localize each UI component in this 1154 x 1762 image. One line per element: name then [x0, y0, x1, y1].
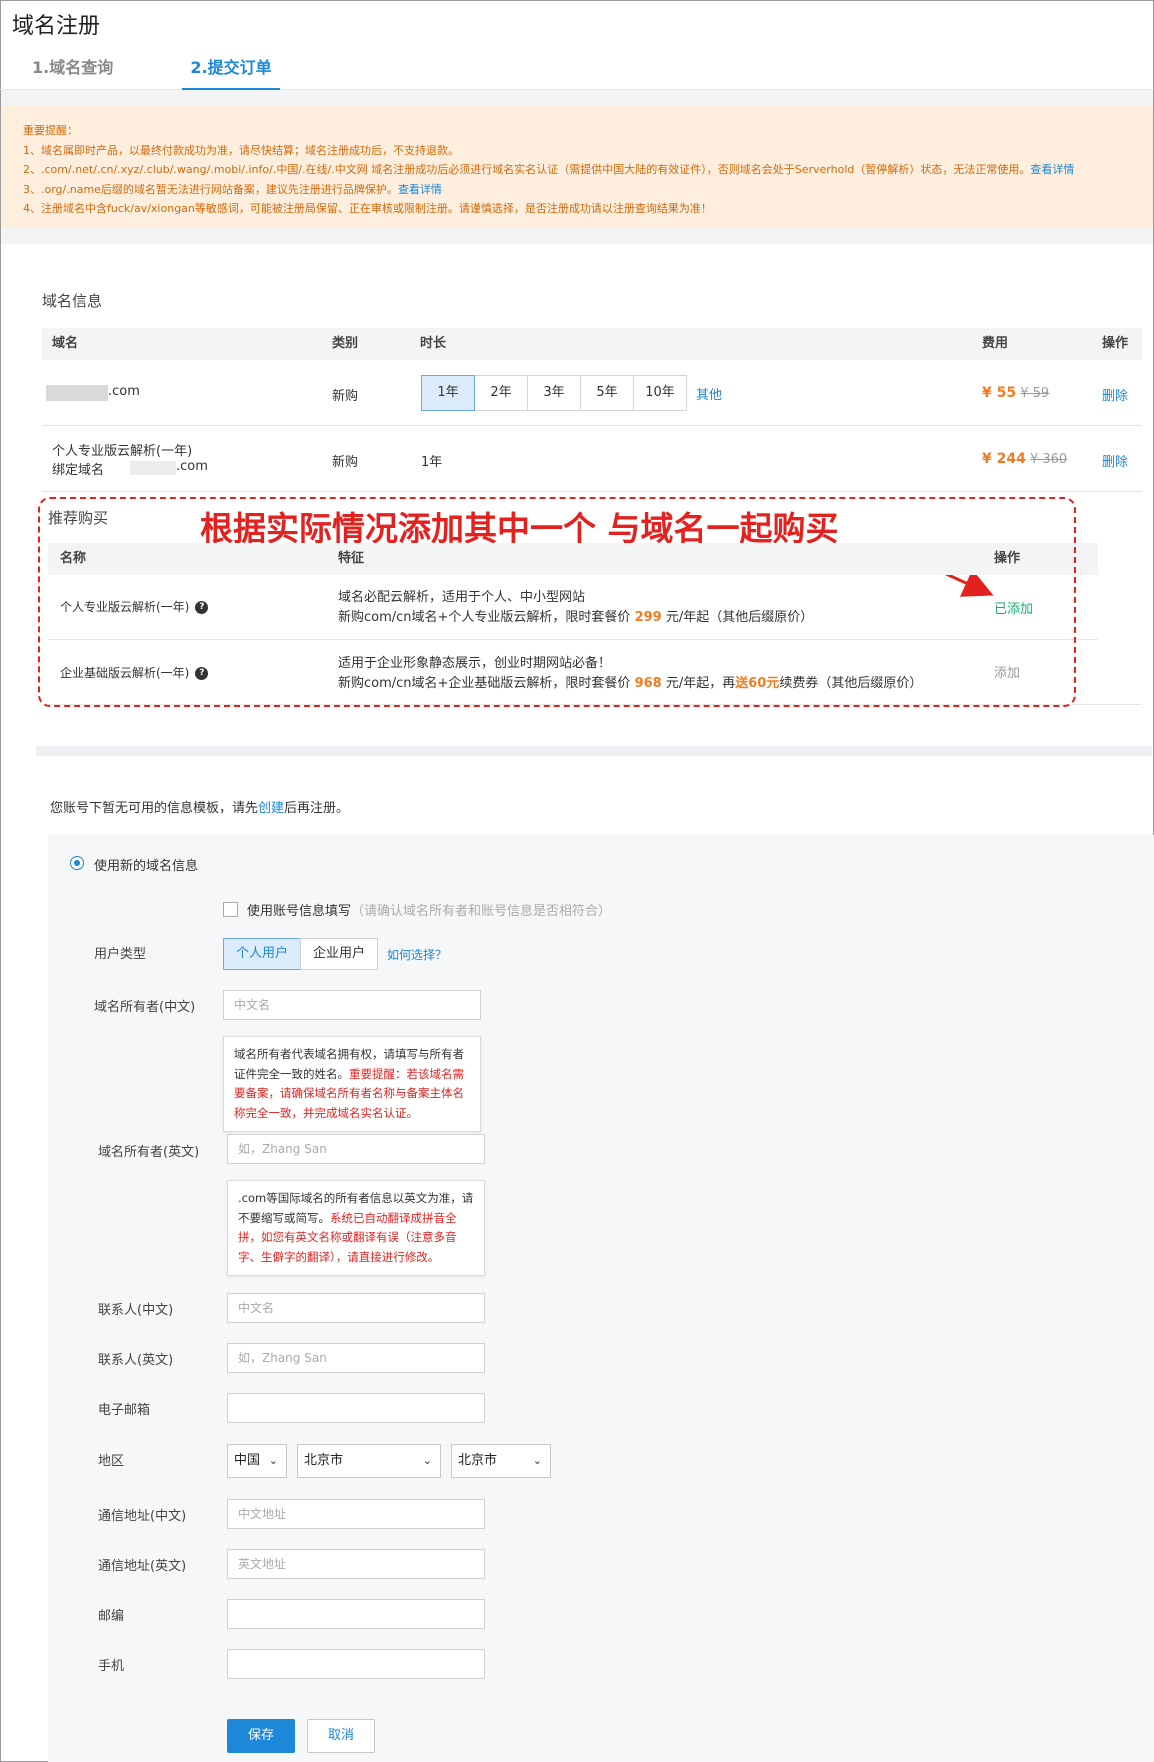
row2-old-price: ¥ 360 [1029, 452, 1068, 467]
phone-label: 手机 [98, 1659, 125, 1674]
email-label: 电子邮箱 [98, 1403, 151, 1418]
use-account-label: 使用账号信息填写 [247, 904, 352, 919]
domain-info-title: 域名信息 [42, 292, 103, 310]
user-type-enterprise[interactable]: 企业用户 [300, 938, 378, 970]
create-template-link[interactable]: 创建 [258, 801, 284, 816]
region-city-select[interactable]: 北京市 ⌄ [451, 1444, 551, 1478]
row1-price: ¥ 55 [982, 385, 1017, 401]
addr-en-input[interactable]: 英文地址 [227, 1549, 485, 1579]
row2-type: 新购 [332, 455, 359, 470]
annotation-dashed-box [38, 497, 1076, 707]
region-label: 地区 [98, 1454, 125, 1469]
domain-table-header: 域名 类别 时长 费用 操作 [42, 328, 1142, 360]
new-info-radio[interactable] [70, 856, 84, 870]
save-button[interactable]: 保存 [227, 1719, 295, 1753]
contact-en-input[interactable]: 如，Zhang San [227, 1343, 485, 1373]
addr-cn-label: 通信地址(中文) [98, 1509, 187, 1524]
addr-cn-input[interactable]: 中文地址 [227, 1499, 485, 1529]
duration-1y[interactable]: 1年 [421, 375, 475, 411]
duration-other-link[interactable]: 其他 [696, 384, 722, 403]
use-account-label-cell: 使用账号信息填写（请确认域名所有者和账号信息是否相符合） [247, 900, 611, 919]
user-type-help-link[interactable]: 如何选择？ [387, 946, 447, 963]
owner-en-label: 域名所有者(英文) [98, 1145, 200, 1160]
row2-bind-suffix: .com [176, 459, 208, 474]
row1-delete-link[interactable]: 删除 [1102, 385, 1128, 404]
chevron-down-icon: ⌄ [532, 1454, 542, 1467]
important-notice: 重要提醒： 1、域名属即时产品，以最终付款成功为准，请尽快结算；域名注册成功后，… [1, 106, 1153, 228]
row-divider [42, 491, 1142, 492]
user-type-label: 用户类型 [94, 947, 147, 962]
chevron-down-icon: ⌄ [422, 1454, 432, 1467]
registrant-form-panel [48, 835, 1154, 1762]
row2-bind-label: 绑定域名 [52, 463, 105, 478]
cancel-button[interactable]: 取消 [307, 1719, 375, 1753]
divider [1, 228, 1153, 244]
row2-price-cell: ¥ 244 ¥ 360 [982, 451, 1067, 467]
domain-name-redacted [46, 385, 108, 401]
bind-domain-redacted [130, 461, 176, 475]
use-account-hint: （请确认域名所有者和账号信息是否相符合） [351, 904, 612, 919]
duration-10y[interactable]: 10年 [633, 375, 687, 411]
col-domain: 域名 [52, 336, 79, 351]
row-divider [42, 425, 1142, 426]
row2-delete-link[interactable]: 删除 [1102, 451, 1128, 470]
row1-old-price: ¥ 59 [1020, 386, 1050, 401]
notice-line-4: 4、注册域名中含fuck/av/xiongan等敏感词，可能被注册局保留、正在审… [23, 202, 712, 215]
notice-line-3-link[interactable]: 查看详情 [398, 183, 442, 196]
email-input[interactable] [227, 1393, 485, 1423]
owner-cn-input[interactable]: 中文名 [223, 990, 481, 1020]
tab-domain-query[interactable]: 1.域名查询 [32, 56, 113, 90]
notice-line-2-link[interactable]: 查看详情 [1030, 163, 1074, 176]
col-cost: 费用 [982, 336, 1009, 351]
user-type-personal[interactable]: 个人用户 [223, 938, 301, 970]
tab-submit-order[interactable]: 2.提交订单 [182, 56, 280, 90]
contact-en-label: 联系人(英文) [98, 1353, 174, 1368]
zip-input[interactable] [227, 1599, 485, 1629]
divider [1, 90, 1153, 106]
contact-cn-input[interactable]: 中文名 [227, 1293, 485, 1323]
duration-2y[interactable]: 2年 [474, 375, 528, 411]
contact-cn-label: 联系人(中文) [98, 1303, 174, 1318]
duration-3y[interactable]: 3年 [527, 375, 581, 411]
duration-5y[interactable]: 5年 [580, 375, 634, 411]
region-province-select[interactable]: 北京市 ⌄ [297, 1444, 441, 1478]
divider [36, 746, 1152, 756]
owner-cn-tooltip: 域名所有者代表域名拥有权，请填写与所有者证件完全一致的姓名。重要提醒：若该域名需… [223, 1036, 481, 1132]
use-account-checkbox[interactable] [223, 902, 238, 917]
row2-price: ¥ 244 [982, 451, 1026, 467]
template-notice: 您账号下暂无可用的信息模板，请先创建后再注册。 [50, 801, 350, 816]
zip-label: 邮编 [98, 1609, 125, 1624]
col-action: 操作 [1102, 336, 1129, 351]
page-title: 域名注册 [12, 14, 101, 39]
new-info-radio-label: 使用新的域名信息 [94, 859, 199, 874]
owner-cn-label: 域名所有者(中文) [94, 1000, 196, 1015]
duration-selector: 1年 2年 3年 5年 10年 [421, 375, 687, 411]
tab-bar: 1.域名查询 2.提交订单 [0, 46, 1152, 90]
phone-input[interactable] [227, 1649, 485, 1679]
region-country-select[interactable]: 中国 ⌄ [227, 1444, 287, 1478]
col-duration: 时长 [420, 336, 447, 351]
col-type: 类别 [332, 336, 359, 351]
row2-product-name: 个人专业版云解析(一年) [52, 444, 193, 459]
notice-line-1: 1、域名属即时产品，以最终付款成功为准，请尽快结算；域名注册成功后，不支持退款。 [23, 143, 459, 157]
chevron-down-icon: ⌄ [268, 1454, 278, 1467]
owner-en-tooltip: .com等国际域名的所有者信息以英文为准，请不要缩写或简写。系统已自动翻译成拼音… [227, 1180, 485, 1276]
notice-line-2: 2、.com/.net/.cn/.xyz/.club/.wang/.mobi/.… [23, 163, 1075, 176]
domain-name-suffix: .com [108, 384, 140, 399]
notice-line-3: 3、.org/.name后缀的域名暂无法进行网站备案，建议先注册进行品牌保护。查… [23, 182, 442, 196]
row1-type: 新购 [332, 389, 359, 404]
notice-title: 重要提醒： [23, 124, 78, 137]
owner-en-input[interactable]: 如，Zhang San [227, 1134, 485, 1164]
row1-price-cell: ¥ 55 ¥ 59 [982, 385, 1049, 401]
addr-en-label: 通信地址(英文) [98, 1559, 187, 1574]
row2-duration: 1年 [421, 455, 443, 470]
